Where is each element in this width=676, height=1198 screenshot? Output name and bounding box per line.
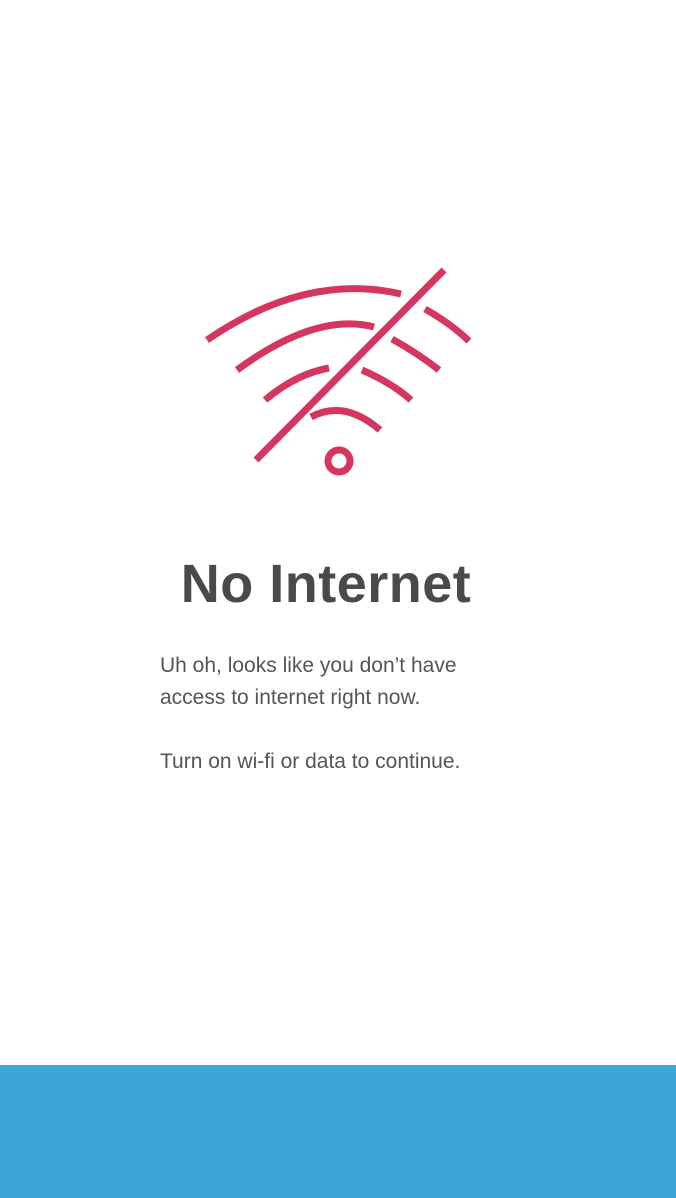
- message-line: Turn on wi-fi or data to continue.: [160, 750, 461, 773]
- message-block: Uh oh, looks like you don’t have access …: [160, 650, 560, 778]
- no-wifi-icon: [205, 267, 472, 476]
- message-line: Uh oh, looks like you don’t have: [160, 654, 457, 677]
- no-internet-screen: No Internet Uh oh, looks like you don’t …: [0, 0, 676, 1198]
- page-title: No Internet: [180, 554, 472, 614]
- bottom-bar: [0, 1065, 676, 1198]
- message-line: access to internet right now.: [160, 686, 421, 709]
